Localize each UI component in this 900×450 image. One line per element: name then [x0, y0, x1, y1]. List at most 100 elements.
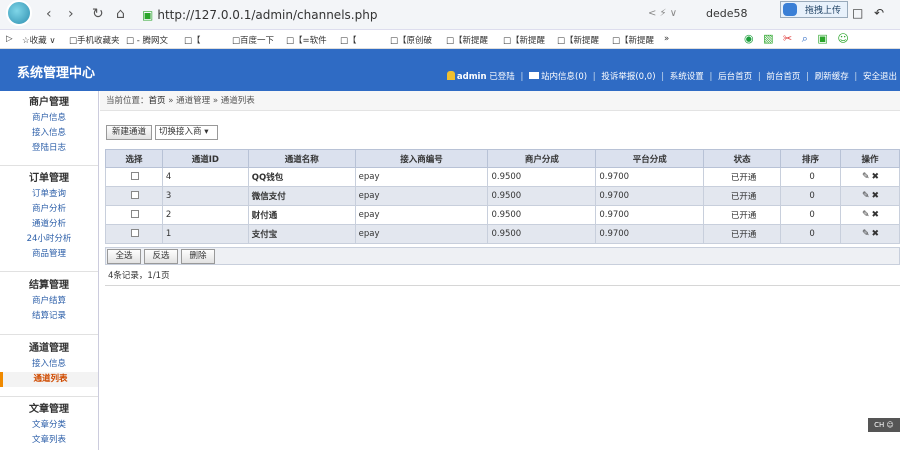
row-checkbox[interactable] — [131, 190, 140, 199]
sidebar-item-channel-analysis[interactable]: 通道分析 — [0, 217, 98, 232]
header-select: 选择 — [105, 149, 163, 168]
bookmark-item[interactable]: □手机收藏夹 — [69, 34, 120, 46]
sidebar-group-channel: 通道管理 接入信息 通道列表 — [0, 341, 98, 387]
sidebar-item-article-category[interactable]: 文章分类 — [0, 418, 98, 433]
search-icon[interactable]: ⌕ — [802, 32, 808, 45]
cell-channel-id: 2 — [161, 205, 249, 225]
browser-avatar[interactable] — [6, 0, 32, 26]
cell-platform-share: 0.9700 — [595, 167, 705, 187]
bookmark-item[interactable]: □百度一下 — [232, 34, 274, 46]
bookmark-item[interactable]: □ - 腾网文 — [126, 34, 168, 46]
reload-icon[interactable]: ↻ — [92, 6, 104, 22]
bookmark-item[interactable]: □【 — [340, 34, 357, 46]
trash-icon[interactable]: ✖ — [872, 229, 882, 239]
sidebar-group-title: 订单管理 — [29, 173, 69, 184]
invert-selection-button[interactable]: 反选 — [144, 249, 178, 264]
header-platform-share: 平台分成 — [595, 149, 705, 168]
cell-platform-share: 0.9700 — [595, 186, 705, 206]
bookmark-item[interactable]: □【 — [184, 34, 201, 46]
bookmark-item[interactable]: □【原创破 — [390, 34, 432, 46]
link-refresh-cache[interactable]: 刷新缓存 — [815, 72, 849, 82]
link-complaints[interactable]: 投诉举报(0,0) — [601, 72, 655, 82]
row-select-cell — [105, 205, 163, 225]
breadcrumb-home-link[interactable]: 首页 — [149, 96, 166, 106]
sidebar-item-merchant-info[interactable]: 商户信息 — [0, 111, 98, 126]
table-header-row: 选择 通道ID 通道名称 接入商编号 商户分成 平台分成 状态 排序 操作 — [105, 149, 900, 168]
cell-channel-id: 1 — [161, 224, 249, 244]
extension-icons[interactable]: ◉ ▧ ✂ ⌕ ▣ ☺ — [744, 32, 849, 46]
breadcrumb: 当前位置：首页 » 通道管理 » 通道列表 — [100, 91, 900, 111]
translate-extension-icon[interactable]: ▧ — [763, 32, 773, 45]
link-front-home[interactable]: 前台首页 — [766, 72, 800, 82]
edit-icon[interactable]: ✎ — [862, 229, 872, 239]
sidebar-group-title: 文章管理 — [29, 404, 69, 415]
separator: | — [757, 72, 761, 82]
header-channel-id: 通道ID — [161, 149, 249, 168]
sidebar-item-merchant-analysis[interactable]: 商户分析 — [0, 202, 98, 217]
separator: | — [520, 72, 524, 82]
edit-icon[interactable]: ✎ — [862, 172, 872, 182]
browser-user[interactable]: dede58 — [706, 7, 748, 20]
game-extension-icon[interactable]: ▣ — [817, 32, 827, 45]
bookmark-item[interactable]: □【新提醒 — [503, 34, 545, 46]
address-bar-actions[interactable]: < ⚡ ∨ — [648, 8, 677, 19]
switch-provider-select[interactable]: 切换接入商 ▾ — [155, 125, 218, 140]
row-checkbox[interactable] — [131, 209, 140, 218]
row-checkbox[interactable] — [131, 228, 140, 237]
edit-icon[interactable]: ✎ — [862, 191, 872, 201]
forward-icon[interactable]: › — [68, 6, 74, 22]
drag-upload-button[interactable]: 拖拽上传 — [780, 1, 848, 18]
trash-icon[interactable]: ✖ — [872, 191, 882, 201]
sidebar-item-login-log[interactable]: 登陆日志 — [0, 141, 98, 156]
cell-actions: ✎✖ — [840, 167, 900, 187]
trash-icon[interactable]: ✖ — [872, 210, 882, 220]
address-bar[interactable]: ▣ http://127.0.0.1/admin/channels.php — [142, 5, 642, 25]
sidebar-item-merchant-settlement[interactable]: 商户结算 — [0, 294, 98, 309]
link-settings[interactable]: 系统设置 — [670, 72, 704, 82]
sidebar-item-article-list[interactable]: 文章列表 — [0, 433, 98, 448]
back-icon[interactable]: ‹ — [46, 6, 52, 22]
delete-button[interactable]: 删除 — [181, 249, 215, 264]
bookmark-item[interactable]: ☆收藏 ∨ — [22, 34, 56, 46]
cell-merchant-share: 0.9500 — [487, 205, 597, 225]
cell-sort: 0 — [780, 186, 841, 206]
bookmarks-more[interactable]: » — [664, 34, 669, 44]
link-logout[interactable]: 安全退出 — [863, 72, 897, 82]
bookmark-item[interactable]: ▷ — [6, 34, 13, 44]
cell-status: 已开通 — [703, 186, 782, 206]
sidebar-divider — [0, 396, 98, 397]
new-channel-button[interactable]: 新建通道 — [106, 125, 152, 140]
separator: | — [709, 72, 713, 82]
sidebar-item-channel-access-info[interactable]: 接入信息 — [0, 357, 98, 372]
sidebar-item-settlement-records[interactable]: 结算记录 — [0, 309, 98, 324]
bookmark-item[interactable]: □【新提醒 — [612, 34, 654, 46]
undo-icon[interactable]: ↶ — [874, 6, 884, 20]
bookmark-item[interactable]: □【=软件 — [286, 34, 327, 46]
sidebar-item-product-management[interactable]: 商品管理 — [0, 247, 98, 262]
smile-extension-icon[interactable]: ☺ — [837, 32, 848, 45]
bookmark-item[interactable]: □【新提醒 — [557, 34, 599, 46]
admin-name[interactable]: admin — [457, 72, 487, 82]
ime-indicator[interactable]: CH ☺ — [868, 418, 900, 432]
table-row: 2 财付通 epay 0.9500 0.9700 已开通 0 ✎✖ — [105, 205, 900, 225]
trash-icon[interactable]: ✖ — [872, 172, 882, 182]
cell-merchant-share: 0.9500 — [487, 186, 597, 206]
link-admin-home[interactable]: 后台首页 — [718, 72, 752, 82]
bookmark-item[interactable]: □【新提醒 — [446, 34, 488, 46]
link-messages[interactable]: 站内信息(0) — [541, 72, 587, 82]
home-icon[interactable]: ⌂ — [116, 6, 125, 22]
sidebar-item-order-query[interactable]: 订单查询 — [0, 187, 98, 202]
shield-extension-icon[interactable]: ◉ — [744, 32, 754, 45]
row-checkbox[interactable] — [131, 171, 140, 180]
edit-icon[interactable]: ✎ — [862, 210, 872, 220]
window-restore-icon[interactable]: □ — [852, 6, 863, 20]
select-all-button[interactable]: 全选 — [107, 249, 141, 264]
sidebar-item-channel-list[interactable]: 通道列表 — [0, 372, 98, 387]
table-row: 3 微信支付 epay 0.9500 0.9700 已开通 0 ✎✖ — [105, 186, 900, 206]
cell-actions: ✎✖ — [840, 224, 900, 244]
cut-extension-icon[interactable]: ✂ — [783, 32, 792, 45]
cell-sort: 0 — [780, 205, 841, 225]
sidebar-item-access-info[interactable]: 接入信息 — [0, 126, 98, 141]
sidebar-item-24h-analysis[interactable]: 24小时分析 — [0, 232, 98, 247]
header-sort: 排序 — [780, 149, 841, 168]
